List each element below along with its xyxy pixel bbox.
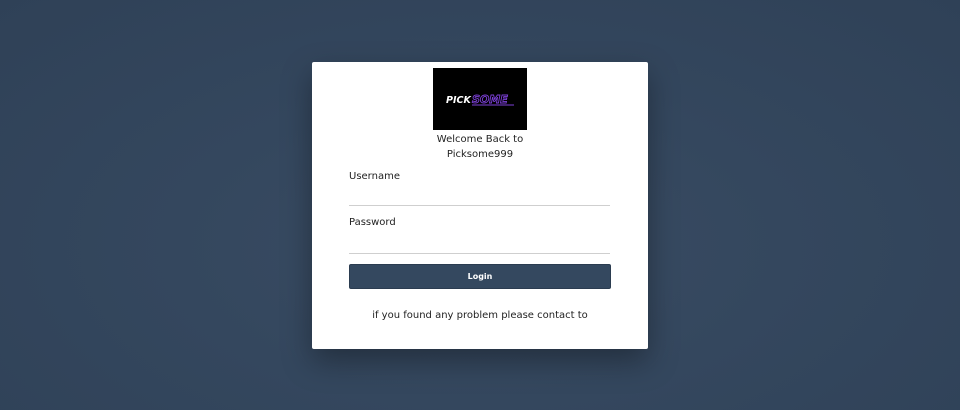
welcome-message: Welcome Back to Picksome999	[312, 132, 648, 162]
password-label: Password	[349, 217, 396, 228]
password-input[interactable]	[349, 235, 610, 254]
logo-text-some: SOME	[472, 93, 508, 106]
contact-text: if you found any problem please contact …	[372, 310, 588, 321]
brand-logo: PICK SOME	[433, 68, 527, 130]
username-input[interactable]	[349, 187, 610, 206]
brand-logo-mark: PICK SOME	[446, 93, 514, 106]
username-label: Username	[349, 171, 400, 182]
welcome-line-1: Welcome Back to	[436, 134, 524, 145]
logo-text-pick: PICK	[446, 95, 471, 106]
welcome-site-name: Picksome999	[446, 149, 514, 160]
login-card: PICK SOME Welcome Back to Picksome999 Us…	[312, 62, 648, 349]
login-button[interactable]: Login	[349, 264, 611, 289]
